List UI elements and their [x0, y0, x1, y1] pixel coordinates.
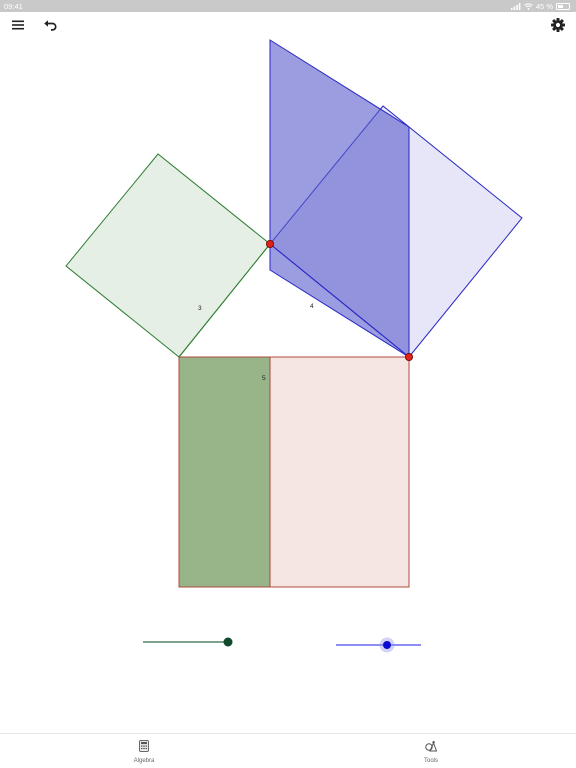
tab-algebra[interactable]: Algebra	[104, 739, 184, 764]
tab-tools-label: Tools	[423, 758, 438, 764]
label-c: 5	[262, 375, 266, 382]
graphics-view[interactable]: 3 4 5	[0, 0, 576, 768]
bottom-nav: Algebra Tools	[0, 733, 576, 768]
point-right-angle[interactable]	[265, 239, 274, 248]
label-b: 4	[310, 303, 314, 310]
tools-icon	[425, 741, 438, 752]
tab-tools[interactable]: Tools	[391, 739, 471, 764]
slider-b[interactable]	[336, 637, 421, 653]
tab-algebra-label: Algebra	[133, 758, 155, 764]
calculator-icon	[139, 740, 149, 752]
slider-b-thumb[interactable]	[383, 641, 391, 649]
label-a: 3	[198, 305, 202, 312]
point-vertex-b[interactable]	[404, 352, 413, 361]
slider-a-thumb[interactable]	[223, 637, 233, 647]
square-a[interactable]	[65, 153, 271, 358]
square-b-sheared[interactable]	[269, 39, 410, 358]
square-c-left-part[interactable]	[179, 357, 270, 587]
slider-a[interactable]	[143, 637, 233, 647]
